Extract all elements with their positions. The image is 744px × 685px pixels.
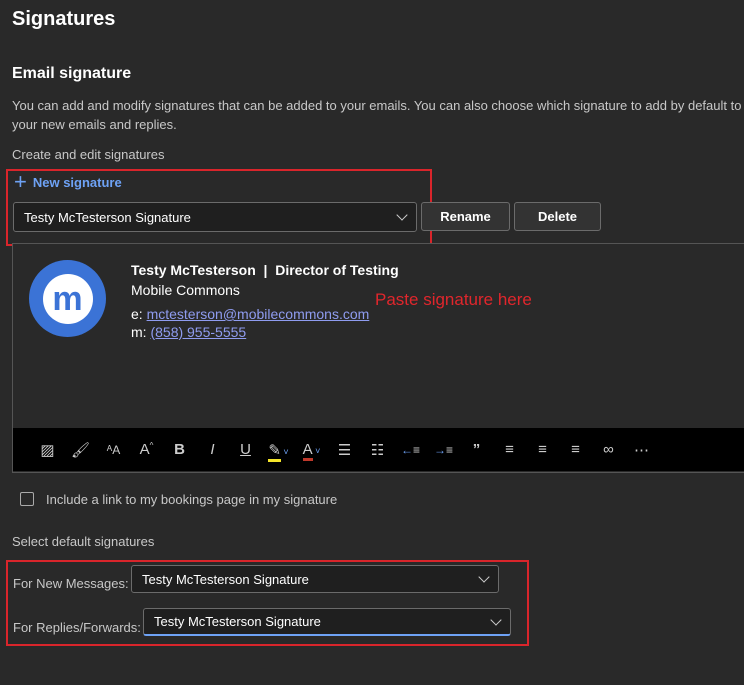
- defaults-title: Select default signatures: [12, 534, 155, 549]
- link-icon[interactable]: ∞: [592, 441, 625, 458]
- email-link[interactable]: mctesterson@mobilecommons.com: [147, 306, 370, 322]
- signature-select-value: Testy McTesterson Signature: [24, 209, 191, 225]
- signature-company: Mobile Commons: [131, 282, 240, 298]
- section-description: You can add and modify signatures that c…: [12, 98, 742, 132]
- highlight-icon[interactable]: ✎ ˅: [262, 441, 295, 462]
- signature-select[interactable]: Testy McTesterson Signature: [13, 202, 417, 232]
- plus-icon: +: [14, 169, 27, 194]
- bold-icon[interactable]: B: [163, 441, 196, 458]
- page-title: Signatures: [12, 8, 116, 30]
- chevron-down-icon: [396, 209, 408, 221]
- increase-indent-icon[interactable]: →≡: [427, 443, 460, 457]
- bookings-checkbox[interactable]: [20, 492, 34, 506]
- align-right-icon[interactable]: ≡: [559, 441, 592, 458]
- more-icon[interactable]: ⋯: [625, 441, 658, 459]
- email-prefix: e:: [131, 306, 147, 322]
- bullets-icon[interactable]: ☰: [328, 441, 361, 459]
- formatting-toolbar: ▨ 🖌 ᴬA A^ B I U ✎ ˅ A ˅ ☰ ☷ ←≡ →≡ ” ≡ ≡ …: [13, 428, 744, 471]
- font-size-icon[interactable]: ᴬA: [97, 443, 130, 457]
- numbering-icon[interactable]: ☷: [361, 441, 394, 459]
- replies-label: For Replies/Forwards:: [13, 620, 141, 635]
- new-messages-select[interactable]: Testy McTesterson Signature: [131, 565, 499, 593]
- quote-icon[interactable]: ”: [460, 441, 493, 458]
- rename-button[interactable]: Rename: [421, 202, 510, 231]
- chevron-down-icon: [478, 571, 490, 583]
- font-color-icon[interactable]: A ˅: [295, 441, 328, 461]
- underline-icon[interactable]: U: [229, 441, 262, 458]
- paste-annotation: Paste signature here: [375, 290, 532, 309]
- align-left-icon[interactable]: ≡: [493, 441, 526, 458]
- replies-select[interactable]: Testy McTesterson Signature: [143, 608, 511, 636]
- format-painter-icon[interactable]: 🖌: [64, 441, 97, 459]
- new-messages-value: Testy McTesterson Signature: [142, 571, 309, 587]
- replies-value: Testy McTesterson Signature: [154, 614, 321, 629]
- italic-icon[interactable]: I: [196, 441, 229, 458]
- phone-link[interactable]: (858) 955-5555: [150, 324, 246, 340]
- bookings-label: Include a link to my bookings page in my…: [46, 492, 338, 507]
- font-size-increase-icon[interactable]: A^: [130, 441, 163, 458]
- image-icon[interactable]: ▨: [31, 441, 64, 459]
- align-center-icon[interactable]: ≡: [526, 441, 559, 458]
- phone-prefix: m:: [131, 324, 151, 340]
- new-signature-button[interactable]: + New signature: [14, 169, 122, 194]
- delete-button[interactable]: Delete: [514, 202, 601, 231]
- section-title: Email signature: [12, 65, 132, 82]
- signature-name-line: Testy McTesterson | Director of Testing: [131, 262, 399, 278]
- new-messages-label: For New Messages:: [13, 576, 129, 591]
- create-label: Create and edit signatures: [12, 147, 165, 162]
- new-signature-label: New signature: [32, 174, 122, 190]
- decrease-indent-icon[interactable]: ←≡: [394, 443, 427, 457]
- company-logo: m: [29, 260, 106, 337]
- chevron-down-icon: [490, 613, 502, 626]
